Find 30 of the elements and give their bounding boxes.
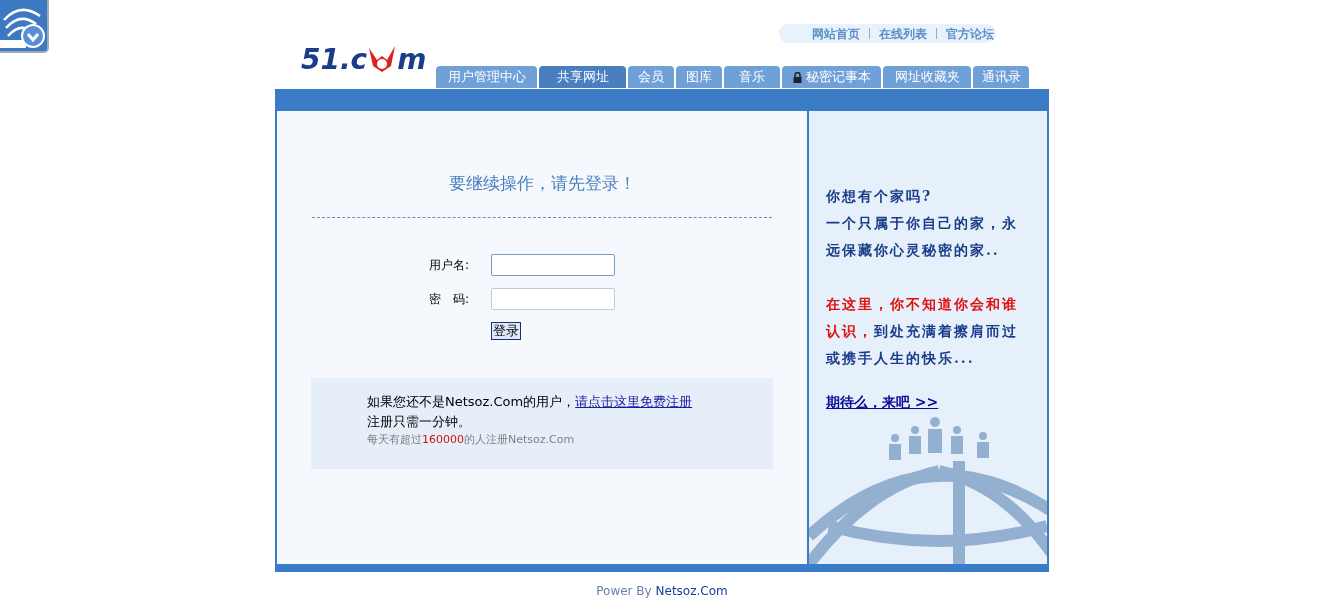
top-link[interactable]: 在线列表 [879, 24, 927, 43]
username-label: 用户名: [429, 256, 471, 274]
promo-text: 一个只属于你自己的家，永远保藏你心灵秘密的家.. [826, 214, 1019, 260]
nav-tab[interactable]: 秘密记事本 [782, 66, 881, 88]
nav-tab[interactable]: 通讯录 [973, 66, 1029, 88]
footer-label: Power By [596, 584, 652, 598]
promo-text: 在这里，你不知道你会和谁认识，到处充满着擦肩而过或携手人生的快乐... [826, 295, 1019, 368]
register-prompt: 如果您还不是Netsoz.Com的用户， [367, 393, 576, 409]
login-heading: 要继续操作，请先登录！ [448, 172, 636, 195]
bat-icon [367, 44, 398, 74]
username-field[interactable] [491, 253, 615, 276]
register-stats: 每天有超过160000的人注册Netsoz.Com [367, 431, 576, 448]
promo-link[interactable]: 期待么，来吧 >> [826, 389, 939, 416]
site-logo[interactable]: 51.c m [301, 44, 427, 74]
login-button[interactable]: 登录 [491, 321, 521, 340]
nav-tab[interactable]: 用户管理中心 [436, 66, 537, 88]
nav-tab[interactable]: 网址收藏夹 [883, 66, 971, 88]
register-note: 注册只需一分钟。 [367, 412, 472, 431]
register-link[interactable]: 请点击这里免费注册 [575, 393, 693, 409]
nav-tab[interactable]: 音乐 [724, 66, 780, 88]
password-label: 密 码: [429, 290, 471, 308]
nav-tab[interactable]: 会员 [628, 66, 674, 88]
password-field[interactable] [491, 287, 615, 310]
nav-tab[interactable]: 图库 [676, 66, 722, 88]
promo-text: 你想有个家吗? [826, 187, 934, 206]
lock-icon [792, 71, 802, 83]
footer-link[interactable]: Netsoz.Com [655, 584, 728, 598]
top-link[interactable]: 网站首页 [812, 24, 860, 43]
nav-tab[interactable]: 共享网址 [539, 66, 626, 88]
top-link[interactable]: 官方论坛 [946, 24, 994, 43]
